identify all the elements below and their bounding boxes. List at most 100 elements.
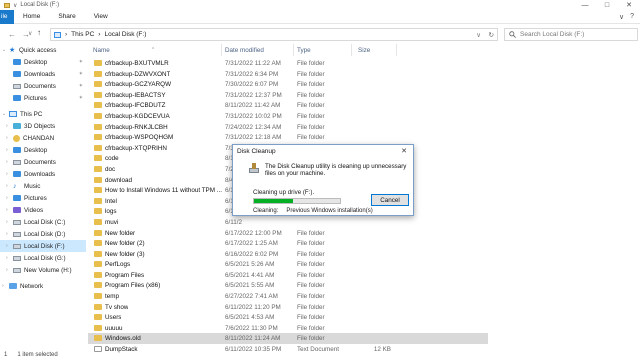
table-row[interactable]: Program Files (x86) 6/5/2021 5:55 AM File …: [88, 280, 488, 291]
this-pc-icon: [54, 31, 61, 38]
table-row[interactable]: Users 6/5/2021 4:53 AM File folder: [88, 312, 488, 323]
file-type: File folder: [297, 324, 325, 332]
table-row[interactable]: Program Files 6/5/2021 4:41 AM File folder: [88, 270, 488, 281]
table-row[interactable]: cfrbackup-BXUTVMLR 7/31/2022 11:22 AM File…: [88, 58, 488, 69]
nav-item-new-volume-h[interactable]: › New Volume (H:): [0, 264, 86, 276]
tab-share[interactable]: Share: [49, 13, 84, 20]
pin-icon: ✶: [78, 59, 83, 65]
nav-label: Local Disk (G:): [24, 254, 66, 262]
table-row[interactable]: cfrbackup-IEBACTSY 7/31/2022 12:37 PM File…: [88, 90, 488, 101]
nav-item-documents-pc[interactable]: › Documents: [0, 156, 86, 168]
folder-icon: [94, 60, 102, 66]
nav-item-pictures-pc[interactable]: › Pictures: [0, 192, 86, 204]
file-name: cfrbackup-GCZYARQW: [105, 81, 172, 89]
address-dropdown-icon[interactable]: ∨: [476, 31, 481, 39]
column-divider[interactable]: [293, 44, 294, 56]
tab-file[interactable]: ile: [0, 9, 14, 24]
table-row[interactable]: cfrbackup-DZWVXONT 7/31/2022 6:34 PM File …: [88, 69, 488, 80]
column-divider[interactable]: [351, 44, 352, 56]
breadcrumb-local-disk-f[interactable]: Local Disk (F:): [104, 31, 146, 38]
table-row[interactable]: muvi 6/11/2: [88, 217, 488, 228]
tab-view[interactable]: View: [85, 13, 117, 20]
date-modified: 6/17/2022 12:00 PM: [225, 229, 282, 237]
breadcrumb-this-pc[interactable]: This PC: [71, 31, 94, 38]
help-button[interactable]: ?: [630, 13, 634, 21]
star-icon: ★: [9, 46, 16, 54]
nav-item-downloads-pc[interactable]: › Downloads: [0, 168, 86, 180]
table-row[interactable]: New folder 6/17/2022 12:00 PM File folder: [88, 228, 488, 239]
folder-icon: [94, 70, 102, 77]
nav-item-documents[interactable]: Documents ✶: [0, 80, 86, 92]
nav-item-local-disk-c[interactable]: › Local Disk (C:): [0, 216, 86, 228]
nav-item-local-disk-f[interactable]: › Local Disk (F:): [0, 240, 86, 252]
up-button[interactable]: ↑: [37, 28, 41, 37]
chevron-down-icon[interactable]: ⌄: [2, 111, 6, 117]
back-button[interactable]: ←: [8, 30, 16, 39]
minimize-button[interactable]: —: [574, 0, 596, 10]
recent-locations-button[interactable]: ∨: [28, 30, 32, 37]
column-header-size[interactable]: Size: [358, 47, 370, 54]
documents-icon: [13, 83, 21, 89]
nav-this-pc[interactable]: ⌄ This PC: [0, 108, 86, 120]
folder-icon: [94, 282, 102, 289]
cleanup-progress-bar: [253, 198, 341, 204]
cancel-button[interactable]: Cancel: [371, 194, 409, 206]
maximize-button[interactable]: □: [596, 0, 618, 10]
nav-item-downloads[interactable]: Downloads ✶: [0, 68, 86, 80]
search-input[interactable]: Search Local Disk (F:): [504, 28, 638, 41]
date-modified: 6/5/2021 4:53 AM: [225, 314, 275, 322]
table-row[interactable]: New folder (2) 6/17/2022 1:25 AM File fold…: [88, 238, 488, 249]
table-row[interactable]: cfrbackup-GCZYARQW 7/30/2022 6:07 PM File …: [88, 79, 488, 90]
nav-label: This PC: [20, 110, 43, 118]
qat-customize-button[interactable]: ∨: [13, 2, 17, 9]
refresh-button[interactable]: ↻: [489, 31, 494, 39]
table-row[interactable]: Tv show 6/11/2022 11:20 PM File folder: [88, 302, 488, 313]
column-divider[interactable]: [396, 44, 397, 56]
documents-icon: [13, 159, 21, 165]
nav-item-videos[interactable]: › Videos: [0, 204, 86, 216]
file-type: File folder: [297, 81, 325, 89]
navigation-bar: ← → ∨ ↑ › This PC › Local Disk (F:) ∨ ↻ …: [0, 25, 640, 43]
table-row[interactable]: cfrbackup-IFCBDUTZ 8/11/2022 11:42 AM File…: [88, 100, 488, 111]
nav-label: Pictures: [24, 194, 47, 202]
nav-item-music[interactable]: › ♪ Music: [0, 180, 86, 192]
nav-item-3d-objects[interactable]: › 3D Objects: [0, 120, 86, 132]
table-row[interactable]: Windows.old 8/11/2022 11:24 AM File folder: [88, 333, 488, 345]
folder-icon: [94, 293, 102, 300]
folder-icon: [4, 2, 10, 8]
table-row[interactable]: cfrbackup-RNKJLCBH 7/24/2022 12:34 AM File…: [88, 122, 488, 133]
nav-network[interactable]: › Network: [0, 280, 86, 292]
file-type: File folder: [297, 271, 325, 279]
address-bar[interactable]: › This PC › Local Disk (F:) ∨ ↻: [50, 28, 498, 41]
table-row[interactable]: cfrbackup-KGDCEVUA 7/31/2022 10:02 PM File…: [88, 111, 488, 122]
file-type: File folder: [297, 240, 325, 248]
column-header-name[interactable]: Name: [93, 47, 110, 54]
nav-item-chandan[interactable]: › CHANDAN: [0, 132, 86, 144]
drive-icon: [13, 243, 21, 249]
column-header-type[interactable]: Type: [297, 47, 311, 54]
this-pc-icon: [9, 111, 17, 117]
date-modified: 6/11/2022 11:20 PM: [225, 303, 281, 311]
nav-quick-access[interactable]: ⌄ ★ Quick access: [0, 44, 86, 56]
ribbon-collapse-button[interactable]: ∨: [619, 13, 624, 21]
dialog-close-button[interactable]: ✕: [401, 147, 407, 155]
nav-item-desktop[interactable]: Desktop ✶: [0, 56, 86, 68]
table-row[interactable]: cfrbackup-WSPOQHGM 7/31/2022 12:18 AM File…: [88, 132, 488, 143]
table-row[interactable]: temp 6/27/2022 7:41 AM File folder: [88, 291, 488, 302]
nav-item-desktop-pc[interactable]: › Desktop: [0, 144, 86, 156]
table-row[interactable]: New folder (3) 6/16/2022 6:02 PM File fold…: [88, 249, 488, 260]
column-header-date[interactable]: Date modified: [225, 47, 264, 54]
nav-item-local-disk-g[interactable]: › Local Disk (G:): [0, 252, 86, 264]
file-name: temp: [105, 293, 119, 301]
chevron-down-icon[interactable]: ⌄: [2, 47, 6, 53]
nav-label: Downloads: [24, 170, 56, 178]
downloads-icon: [13, 171, 21, 177]
table-row[interactable]: PerfLogs 6/5/2021 5:26 AM File folder: [88, 259, 488, 270]
tab-home[interactable]: Home: [14, 13, 49, 20]
table-row[interactable]: uuuuu 7/6/2022 11:30 PM File folder: [88, 323, 488, 334]
column-divider[interactable]: [221, 44, 222, 56]
nav-item-local-disk-d[interactable]: › Local Disk (D:): [0, 228, 86, 240]
nav-item-pictures[interactable]: Pictures ✶: [0, 92, 86, 104]
date-modified: 8/11/2022 11:24 AM: [225, 335, 281, 343]
close-button[interactable]: ✕: [618, 0, 640, 10]
